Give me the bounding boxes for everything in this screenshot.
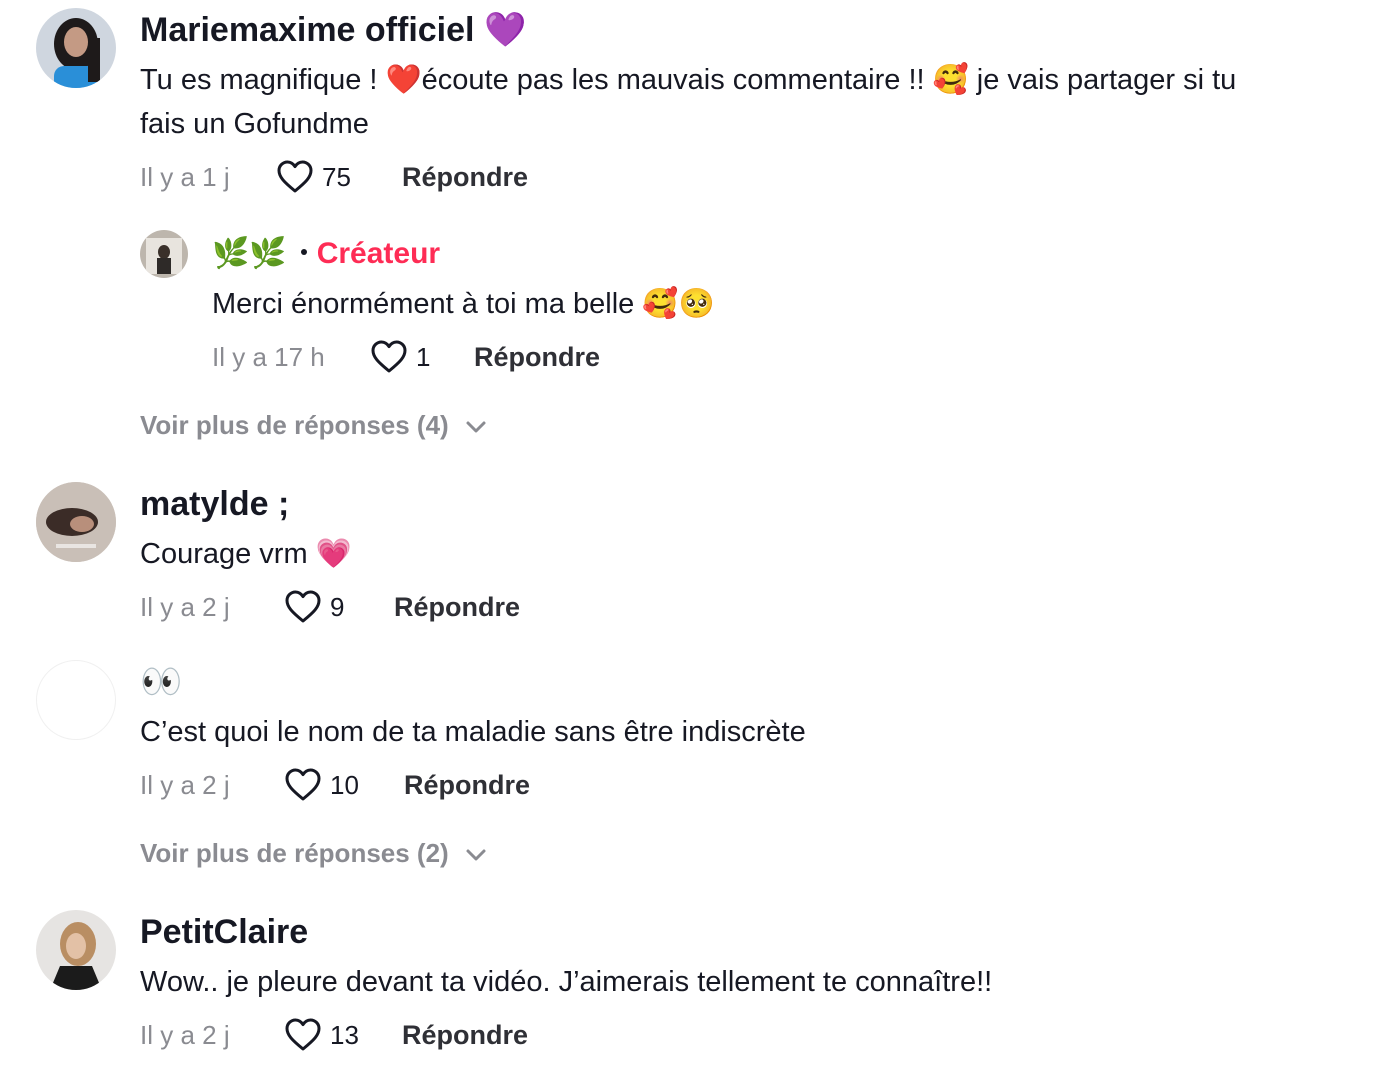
username-emoji: 👀 [140, 662, 183, 702]
heart-outline-icon [284, 589, 322, 625]
like-button[interactable]: 1 [370, 339, 474, 375]
view-more-replies-label: Voir plus de réponses (2) [140, 838, 449, 868]
view-more-replies-button[interactable]: Voir plus de réponses (4) [140, 410, 487, 441]
comment-meta: Il y a 2 j 13 Répondre [140, 1015, 528, 1055]
comment-text: Courage vrm 💗 [140, 538, 352, 570]
reply-button[interactable]: Répondre [394, 592, 520, 623]
separator-dot [300, 249, 307, 256]
comment-text: Tu es magnifique ! ❤️écoute pas les mauv… [140, 58, 1350, 146]
chevron-down-icon [449, 838, 487, 869]
username-text: Mariemaxime officiel [140, 11, 475, 49]
heart-outline-icon [284, 767, 322, 803]
reply-time: Il y a 17 h [212, 341, 325, 372]
view-more-replies-button[interactable]: Voir plus de réponses (2) [140, 838, 487, 869]
like-count: 1 [416, 341, 431, 372]
like-count: 13 [330, 1019, 359, 1050]
like-button[interactable]: 75 [276, 159, 402, 195]
comment-time: Il y a 1 j [140, 161, 230, 192]
reply-username[interactable]: 🌿🌿 Créateur [212, 234, 440, 274]
like-count: 9 [330, 591, 345, 622]
comment-meta: Il y a 2 j 10 Répondre [140, 765, 530, 805]
comment-text-line: Tu es magnifique ! ❤️écoute pas les mauv… [140, 64, 1237, 96]
heart-outline-icon [284, 1017, 322, 1053]
reply-button[interactable]: Répondre [402, 1020, 528, 1051]
comment-username[interactable]: Mariemaxime officiel 💜 [140, 10, 526, 50]
like-button[interactable]: 10 [284, 767, 404, 803]
reply-button[interactable]: Répondre [402, 162, 528, 193]
comment-time: Il y a 2 j [140, 769, 230, 800]
comment-text: C’est quoi le nom de ta maladie sans êtr… [140, 716, 806, 748]
comment-time: Il y a 2 j [140, 591, 230, 622]
like-count: 75 [322, 161, 351, 192]
reply-button[interactable]: Répondre [474, 342, 600, 373]
comment-meta: Il y a 1 j 75 Répondre [140, 157, 528, 197]
heart-outline-icon [370, 339, 408, 375]
reply-button[interactable]: Répondre [404, 770, 530, 801]
creator-badge: Créateur [316, 237, 441, 270]
avatar[interactable] [36, 8, 116, 88]
comment-username[interactable]: matylde ; [140, 484, 289, 524]
username-emoji: 🌿🌿 [212, 236, 287, 271]
reply-avatar[interactable] [140, 230, 188, 278]
comment-text-line: fais un Gofundme [140, 108, 369, 140]
like-count: 10 [330, 769, 359, 800]
like-button[interactable]: 13 [284, 1017, 402, 1053]
reply-text: Merci énormément à toi ma belle 🥰🥺 [212, 288, 715, 320]
badge-emoji: 💜 [483, 10, 527, 50]
avatar[interactable] [36, 482, 116, 562]
chevron-down-icon [449, 410, 487, 441]
heart-outline-icon [276, 159, 314, 195]
comment-username[interactable]: PetitClaire [140, 912, 308, 952]
comment-text: Wow.. je pleure devant ta vidéo. J’aimer… [140, 966, 993, 998]
comment-time: Il y a 2 j [140, 1019, 230, 1050]
like-button[interactable]: 9 [284, 589, 394, 625]
view-more-replies-label: Voir plus de réponses (4) [140, 410, 449, 440]
reply-meta: Il y a 17 h 1 Répondre [212, 337, 600, 377]
avatar[interactable] [36, 910, 116, 990]
avatar[interactable] [36, 660, 116, 740]
comment-meta: Il y a 2 j 9 Répondre [140, 587, 520, 627]
comment-username[interactable]: 👀 [140, 662, 182, 702]
